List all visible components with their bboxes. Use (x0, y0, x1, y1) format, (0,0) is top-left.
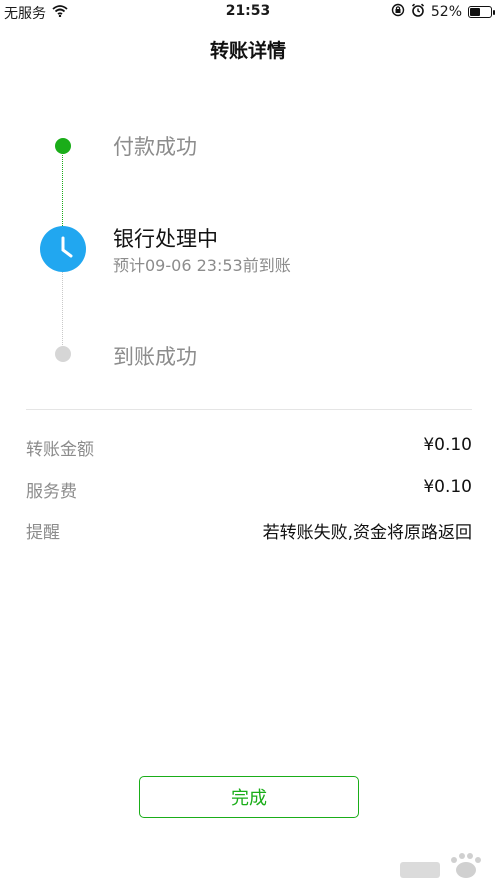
battery-percent: 52% (430, 4, 462, 20)
page-title: 转账详情 (209, 40, 286, 62)
detail-row-amount: 转账金额 ¥0.10 (26, 435, 472, 460)
detail-value: 若转账失败,资金将原路返回 (262, 523, 472, 543)
divider (26, 409, 472, 410)
timeline-connector-pending (62, 271, 63, 351)
orientation-lock-icon (391, 3, 405, 21)
detail-label: 提醒 (26, 523, 60, 543)
watermark-logo (400, 853, 481, 878)
status-bar: 无服务 21:53 52% (0, 0, 496, 24)
detail-value: ¥0.10 (423, 477, 472, 497)
step-pending-dot (55, 346, 71, 362)
clock-icon (40, 226, 86, 272)
step-paid-label: 付款成功 (113, 135, 197, 159)
done-button[interactable]: 完成 (139, 776, 359, 818)
step-processing-eta: 预计09-06 23:53前到账 (113, 256, 291, 275)
step-received-label: 到账成功 (113, 345, 197, 369)
battery-fill (470, 8, 480, 16)
step-processing-label: 银行处理中 (113, 227, 218, 251)
timeline-connector-done (62, 152, 63, 230)
detail-label: 服务费 (26, 482, 77, 502)
detail-value: ¥0.10 (423, 435, 472, 455)
detail-row-fee: 服务费 ¥0.10 (26, 477, 472, 502)
step-done-dot (55, 138, 71, 154)
status-right: 52% (391, 3, 495, 21)
alarm-icon (411, 3, 425, 21)
detail-row-reminder: 提醒 若转账失败,资金将原路返回 (26, 518, 472, 543)
battery-icon (468, 6, 495, 18)
detail-label: 转账金额 (26, 440, 94, 460)
